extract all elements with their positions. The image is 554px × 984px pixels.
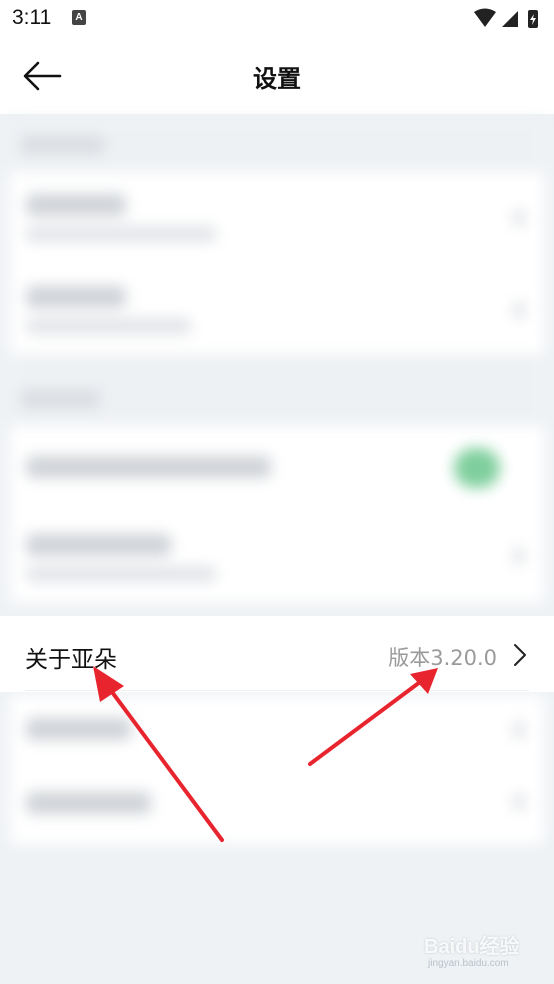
version-text: 版本3.20.0	[388, 646, 497, 670]
signal-icon	[502, 11, 518, 27]
page-title: 设置	[253, 65, 301, 93]
status-time: 3:11	[12, 6, 52, 29]
section-header	[10, 118, 544, 172]
wifi-icon	[474, 8, 496, 27]
settings-group	[10, 696, 544, 844]
app-bar: 设置	[0, 38, 554, 114]
settings-group	[10, 172, 544, 354]
about-row[interactable]: 关于亚朵 版本3.20.0	[0, 616, 554, 692]
status-bar: 3:11 A	[0, 0, 554, 38]
status-indicators	[474, 8, 538, 28]
notification-a-icon: A	[72, 10, 86, 25]
settings-group	[10, 426, 544, 602]
watermark-logo: Baidu经验	[424, 936, 520, 958]
chevron-right-icon	[514, 644, 526, 666]
watermark-url: jingyan.baidu.com	[428, 958, 509, 969]
about-label: 关于亚朵	[25, 647, 117, 673]
section-header	[10, 354, 544, 426]
divider	[25, 690, 529, 691]
